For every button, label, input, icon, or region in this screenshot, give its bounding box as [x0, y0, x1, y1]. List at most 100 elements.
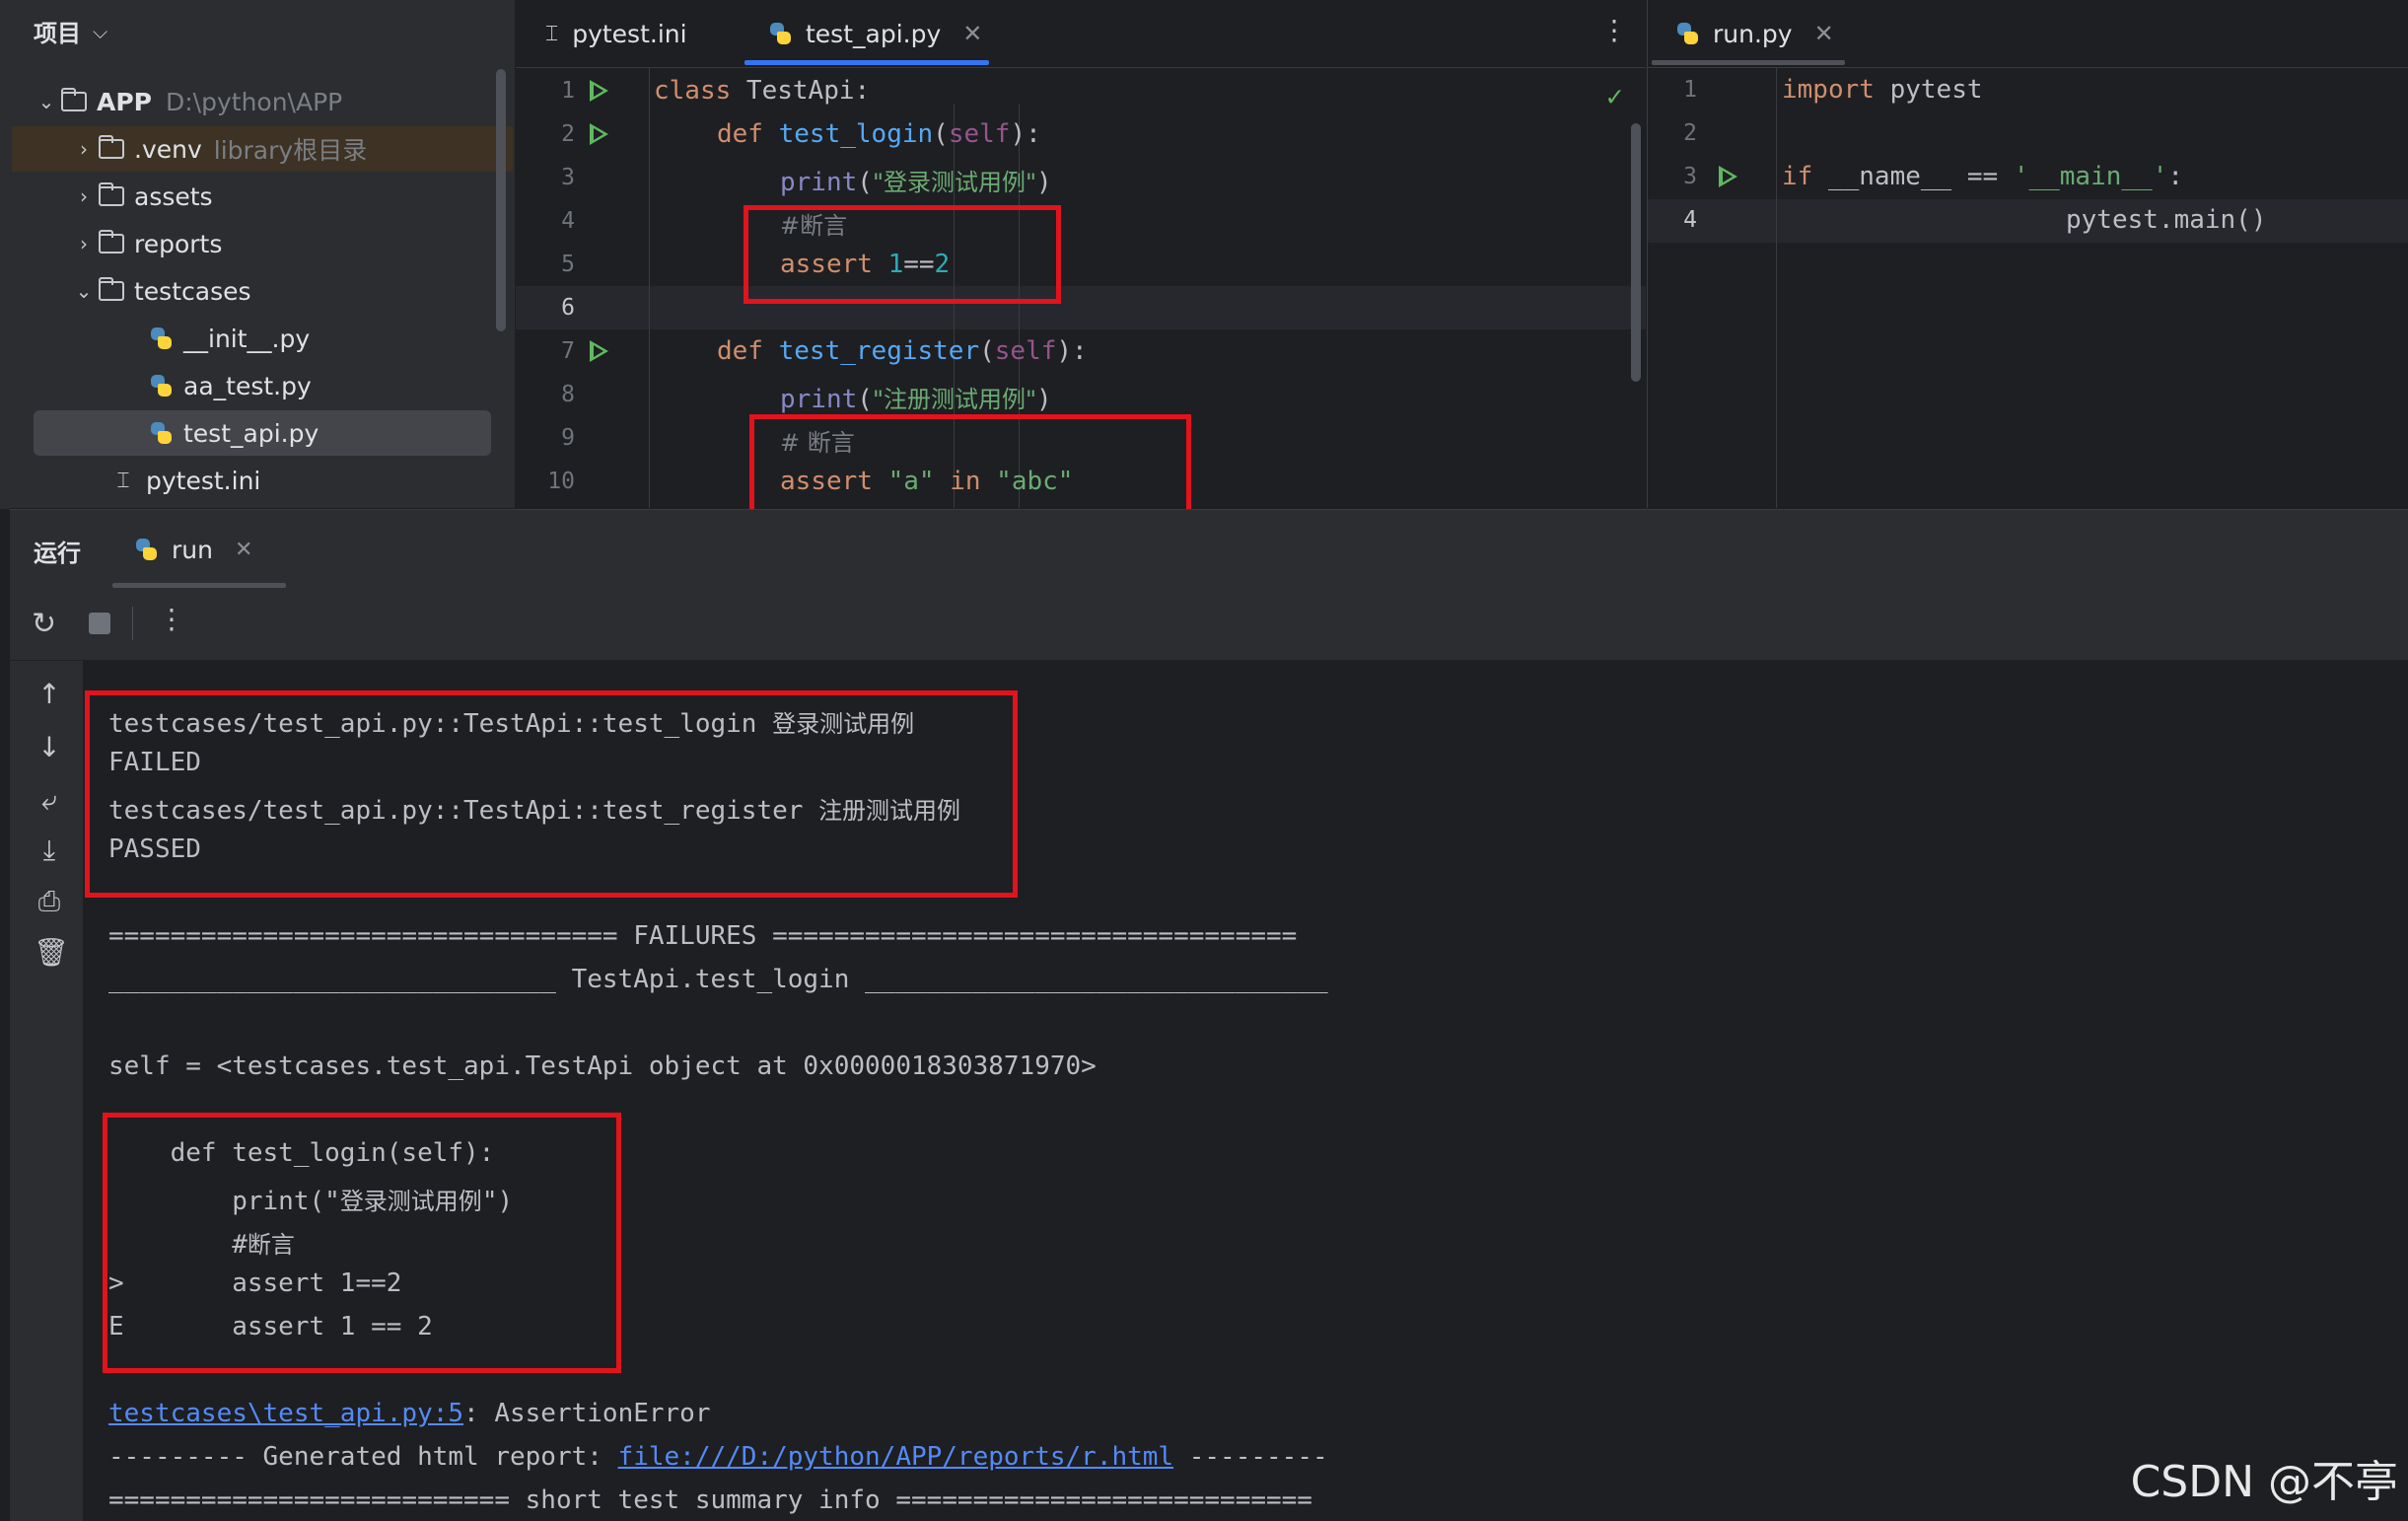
tree-item-label: assets	[134, 181, 213, 211]
tree-item-label: testcases	[134, 276, 251, 306]
close-icon[interactable]: ✕	[235, 538, 252, 562]
folder-icon	[97, 230, 126, 256]
code-line-1[interactable]: class TestApi:	[654, 76, 870, 106]
console-line: ================================= FAILUR…	[108, 921, 1298, 951]
ini-file-icon: ⌶	[116, 468, 130, 493]
run-script-icon[interactable]	[1719, 166, 1737, 187]
python-file-icon	[1675, 22, 1699, 45]
tab-label: pytest.ini	[572, 19, 687, 48]
run-toolbar: ↻ ⋮	[10, 589, 2408, 661]
line-number: 5	[561, 252, 575, 277]
annotation-box	[85, 690, 1018, 898]
annotation-box	[103, 1113, 621, 1373]
tree-item-reports[interactable]: › reports	[71, 221, 554, 266]
stop-icon[interactable]	[89, 613, 110, 634]
line-number: 4	[561, 208, 575, 234]
tree-item-label: reports	[134, 229, 223, 258]
line-number: 3	[1683, 164, 1697, 189]
folder-icon	[97, 135, 126, 162]
active-tab-indicator	[1652, 60, 1845, 65]
code-line-3[interactable]: if __name__ == '__main__':	[1782, 162, 2183, 191]
console-line: self = <testcases.test_api.TestApi objec…	[108, 1051, 1097, 1081]
tree-root-app[interactable]: ⌄ APP D:\python\APP	[34, 79, 517, 124]
active-tab-indicator	[744, 60, 989, 65]
python-file-icon	[134, 538, 158, 561]
more-options-icon[interactable]: ⋮	[1600, 14, 1628, 46]
folder-icon	[59, 88, 89, 114]
console-line: --------- Generated html report: file://…	[108, 1442, 1328, 1472]
tab-test-api-py[interactable]: test_api.py ✕	[768, 0, 982, 67]
current-line-highlight	[1648, 199, 2408, 243]
close-icon[interactable]: ✕	[962, 20, 982, 47]
check-icon: ✓	[1606, 80, 1623, 112]
annotation-box	[744, 205, 1061, 304]
line-number: 9	[561, 425, 575, 451]
code-line-8[interactable]: print("注册测试用例")	[780, 380, 1052, 414]
tree-item-assets[interactable]: › assets	[71, 174, 554, 219]
tab-pytest-ini[interactable]: ⌶ pytest.ini	[545, 0, 687, 67]
python-file-icon	[146, 326, 176, 351]
ini-file-icon: ⌶	[545, 21, 559, 46]
run-test-icon[interactable]	[590, 123, 608, 145]
run-panel-header: 运行 run ✕	[10, 509, 2408, 590]
rerun-icon[interactable]: ↻	[32, 607, 56, 641]
python-file-icon	[146, 373, 176, 398]
run-test-icon[interactable]	[590, 80, 608, 102]
tree-item-label: .venv	[134, 134, 202, 164]
line-number: 1	[1683, 77, 1697, 103]
code-line-2[interactable]: def test_login(self):	[717, 119, 1041, 149]
folder-icon	[97, 182, 126, 209]
code-line-7[interactable]: def test_register(self):	[717, 336, 1088, 366]
more-options-icon[interactable]: ⋮	[158, 603, 185, 635]
python-file-icon	[768, 22, 792, 45]
code-line-1[interactable]: import pytest	[1782, 75, 1983, 105]
tree-item-hint: library根目录	[213, 136, 368, 165]
line-number: 8	[561, 382, 575, 407]
chevron-down-icon: ⌵	[93, 19, 108, 43]
code-line-3[interactable]: print("登录测试用例")	[780, 163, 1052, 197]
editor-scrollbar[interactable]	[1631, 123, 1641, 382]
line-number: 7	[561, 338, 575, 364]
line-number: 10	[547, 469, 575, 494]
close-icon[interactable]: ✕	[1814, 20, 1834, 47]
code-line-4[interactable]: pytest.main()	[2066, 205, 2267, 235]
line-number: 6	[561, 295, 575, 321]
tab-label: test_api.py	[806, 19, 942, 48]
project-title-label: 项目	[34, 20, 81, 47]
tab-label: run	[172, 535, 213, 564]
project-title[interactable]: 项目 ⌵	[34, 14, 107, 48]
tree-item-venv[interactable]: › .venv library根目录	[12, 126, 513, 172]
source-link[interactable]: testcases\test_api.py:5	[108, 1399, 463, 1428]
project-scrollbar[interactable]	[496, 69, 506, 331]
tree-root-path: D:\python\APP	[166, 87, 343, 116]
console-line: _____________________________ TestApi.te…	[108, 965, 1328, 994]
console-line: ========================== short test su…	[108, 1485, 1312, 1515]
line-number: 1	[561, 78, 575, 104]
annotation-box	[749, 414, 1191, 517]
run-panel-title: 运行	[34, 540, 81, 567]
editor-tab-bar: run.py ✕	[1648, 0, 2408, 68]
tree-item-label: pytest.ini	[146, 466, 261, 495]
tree-item-label: __init__.py	[183, 324, 311, 353]
tree-item-test-api-py[interactable]: test_api.py	[34, 410, 491, 456]
chevron-down-icon: ⌄	[37, 90, 55, 113]
report-link[interactable]: file:///D:/python/APP/reports/r.html	[618, 1442, 1174, 1472]
package-folder-icon	[97, 277, 126, 304]
tree-item-label: aa_test.py	[183, 371, 312, 400]
console-line: testcases\test_api.py:5: AssertionError	[108, 1399, 711, 1428]
chevron-right-icon: ›	[80, 184, 88, 208]
watermark: CSDN @不亭	[2130, 1457, 2398, 1507]
tab-label: run.py	[1713, 19, 1793, 48]
chevron-right-icon: ›	[80, 232, 88, 255]
tab-run[interactable]: run ✕	[134, 526, 252, 573]
editor-run-py-panel: run.py ✕ 1 2 3 4 import pytest if __name…	[1647, 0, 2408, 508]
chevron-down-icon: ⌄	[75, 279, 93, 303]
toolbar-divider	[132, 607, 133, 640]
run-test-icon[interactable]	[590, 340, 608, 362]
tree-item-testcases[interactable]: ⌄ testcases	[71, 268, 554, 314]
tab-run-py[interactable]: run.py ✕	[1675, 0, 1834, 67]
editor-gutter-divider	[1776, 68, 1777, 508]
project-panel: 项目 ⌵ ⌄ APP D:\python\APP › .venv library…	[0, 0, 515, 508]
line-number: 3	[561, 165, 575, 190]
line-number: 2	[561, 121, 575, 147]
